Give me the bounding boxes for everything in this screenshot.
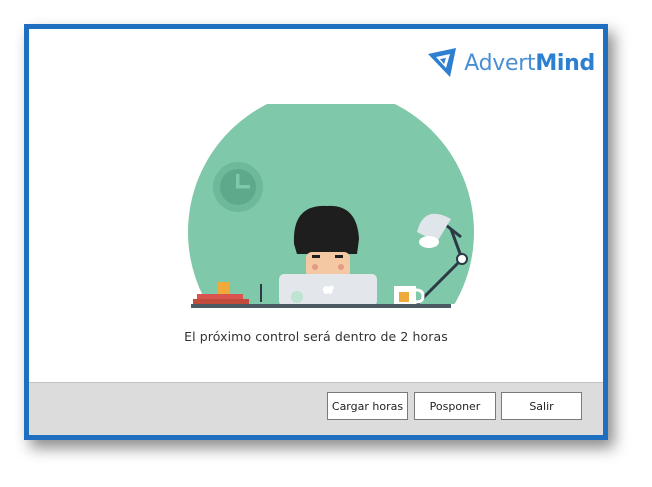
logo-text-advert: Advert xyxy=(464,50,536,76)
advertmind-logo-icon xyxy=(428,48,457,77)
load-hours-button[interactable]: Cargar horas xyxy=(327,392,408,420)
next-check-message: El próximo control será dentro de 2 hora… xyxy=(184,329,448,344)
postpone-button[interactable]: Posponer xyxy=(414,392,496,420)
clock-icon xyxy=(213,162,263,212)
button-bar: Cargar horas Posponer Salir xyxy=(29,382,603,435)
desk xyxy=(191,304,451,308)
logo-text-mind: Mind xyxy=(535,50,595,76)
exit-button[interactable]: Salir xyxy=(501,392,582,420)
reminder-dialog: AdvertMind El próximo control será dentr… xyxy=(24,24,608,440)
sticker-icon xyxy=(291,291,303,303)
advertmind-logo: AdvertMind xyxy=(426,45,595,81)
person-at-laptop-illustration xyxy=(188,104,474,308)
